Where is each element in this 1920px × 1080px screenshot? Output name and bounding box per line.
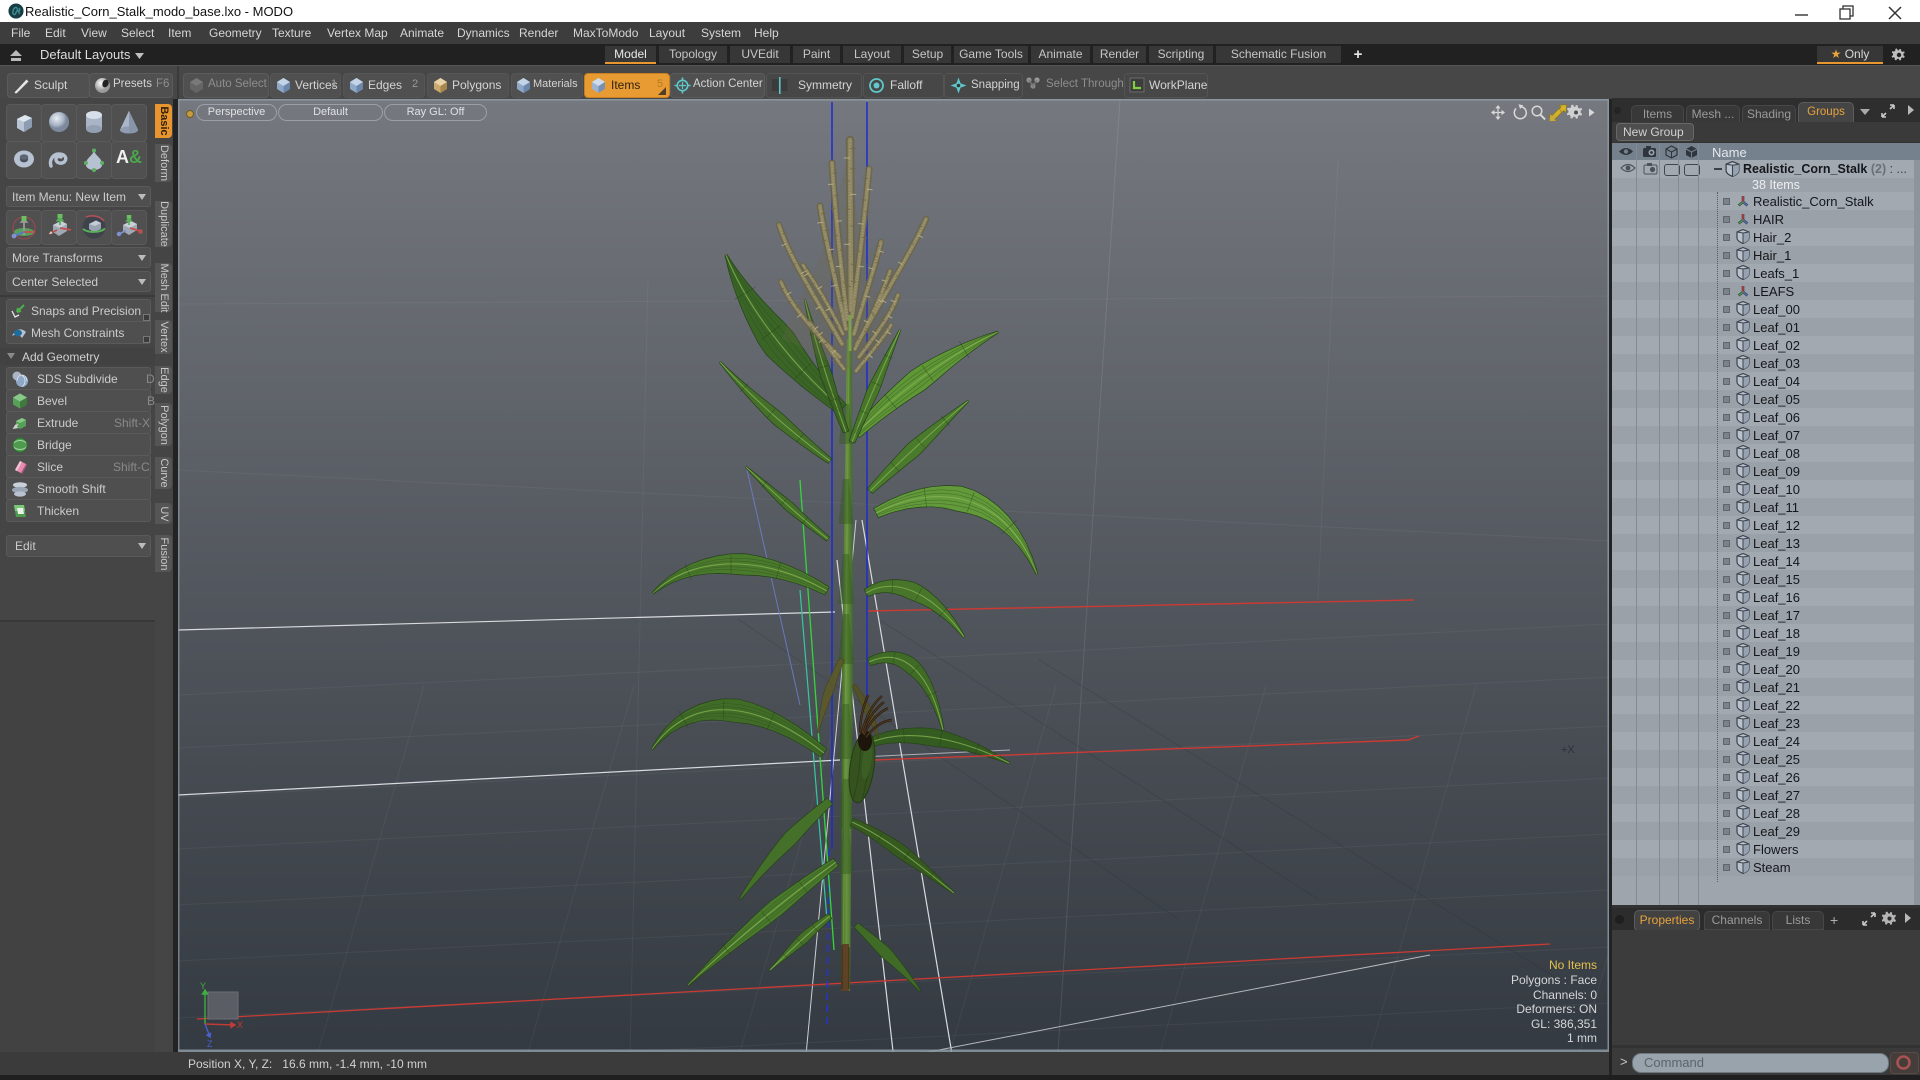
svg-text:Z: Z [207,1039,213,1049]
svg-text:X: X [237,1020,243,1030]
svg-text:+X: +X [1561,744,1575,756]
svg-text:Y: Y [200,981,206,991]
